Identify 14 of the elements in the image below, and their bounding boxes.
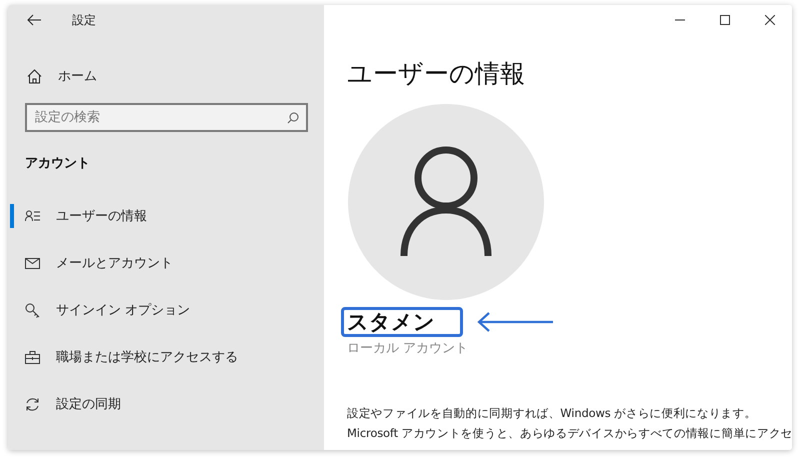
- nav-item[interactable]: サインイン オプション: [10, 298, 190, 322]
- account-type: ローカル アカウント: [347, 340, 470, 357]
- window-title: 設定: [72, 12, 96, 28]
- nav-item[interactable]: 設定の同期: [10, 392, 121, 416]
- user-name: スタメン: [341, 307, 463, 337]
- description-line: 設定やファイルを自動的に同期すれば、Windows がさらに便利になります。: [347, 405, 758, 422]
- section-heading: アカウント: [25, 155, 91, 172]
- page-title: ユーザーの情報: [347, 58, 526, 90]
- search-field[interactable]: 設定の検索: [25, 103, 308, 132]
- nav-item[interactable]: ユーザーの情報: [10, 204, 147, 228]
- home-link[interactable]: ホーム: [27, 67, 324, 85]
- nav-item[interactable]: 職場または学校にアクセスする: [10, 345, 238, 369]
- nav-item[interactable]: メールとアカウント: [10, 251, 173, 275]
- description-line: Microsoft アカウントを使うと、あらゆるデバイスからすべての情報に簡単にアクセ: [347, 425, 792, 442]
